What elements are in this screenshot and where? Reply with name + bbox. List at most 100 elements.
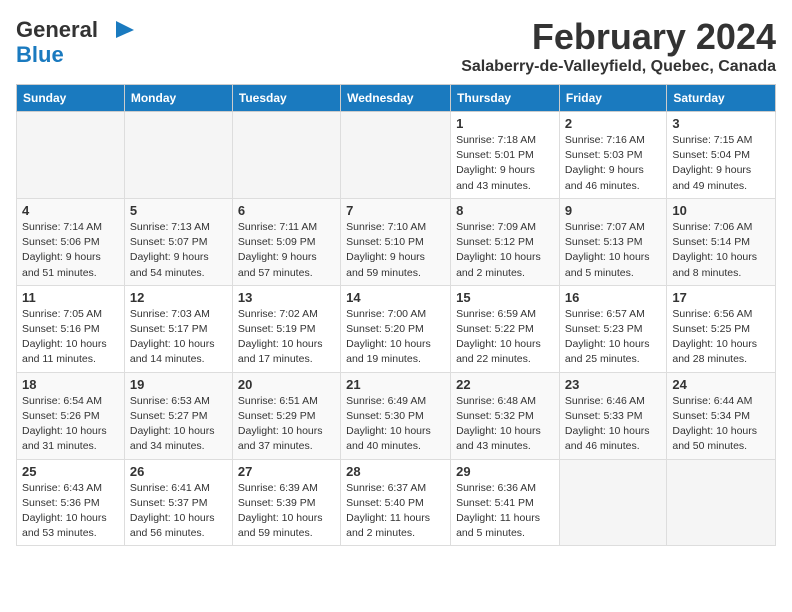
day-number: 1 bbox=[456, 116, 554, 131]
day-detail: Sunrise: 6:41 AMSunset: 5:37 PMDaylight:… bbox=[130, 481, 227, 542]
day-detail: Sunrise: 7:15 AMSunset: 5:04 PMDaylight:… bbox=[672, 133, 770, 194]
calendar-day-cell: 23 Sunrise: 6:46 AMSunset: 5:33 PMDayligh… bbox=[559, 372, 666, 459]
day-number: 25 bbox=[22, 464, 119, 479]
day-number: 23 bbox=[565, 377, 661, 392]
weekday-header-cell: Saturday bbox=[667, 85, 776, 112]
day-number: 11 bbox=[22, 290, 119, 305]
day-number: 4 bbox=[22, 203, 119, 218]
calendar-day-cell: 11 Sunrise: 7:05 AMSunset: 5:16 PMDayligh… bbox=[17, 285, 125, 372]
weekday-header-row: SundayMondayTuesdayWednesdayThursdayFrid… bbox=[17, 85, 776, 112]
weekday-header-cell: Monday bbox=[124, 85, 232, 112]
day-number: 16 bbox=[565, 290, 661, 305]
main-title: February 2024 bbox=[461, 16, 776, 58]
weekday-header-cell: Sunday bbox=[17, 85, 125, 112]
calendar-week-row: 4 Sunrise: 7:14 AMSunset: 5:06 PMDaylight… bbox=[17, 198, 776, 285]
weekday-header-cell: Friday bbox=[559, 85, 666, 112]
day-detail: Sunrise: 7:11 AMSunset: 5:09 PMDaylight:… bbox=[238, 220, 335, 281]
title-area: February 2024 Salaberry-de-Valleyfield, … bbox=[461, 16, 776, 76]
calendar-day-cell: 26 Sunrise: 6:41 AMSunset: 5:37 PMDayligh… bbox=[124, 459, 232, 546]
logo-area: General Blue bbox=[16, 16, 136, 68]
day-number: 19 bbox=[130, 377, 227, 392]
day-number: 6 bbox=[238, 203, 335, 218]
day-detail: Sunrise: 7:18 AMSunset: 5:01 PMDaylight:… bbox=[456, 133, 554, 194]
logo-line1: General bbox=[16, 17, 98, 42]
day-number: 20 bbox=[238, 377, 335, 392]
calendar-day-cell: 25 Sunrise: 6:43 AMSunset: 5:36 PMDayligh… bbox=[17, 459, 125, 546]
day-detail: Sunrise: 6:39 AMSunset: 5:39 PMDaylight:… bbox=[238, 481, 335, 542]
calendar-week-row: 25 Sunrise: 6:43 AMSunset: 5:36 PMDayligh… bbox=[17, 459, 776, 546]
day-detail: Sunrise: 6:53 AMSunset: 5:27 PMDaylight:… bbox=[130, 394, 227, 455]
day-number: 21 bbox=[346, 377, 445, 392]
day-number: 2 bbox=[565, 116, 661, 131]
day-number: 3 bbox=[672, 116, 770, 131]
day-detail: Sunrise: 6:49 AMSunset: 5:30 PMDaylight:… bbox=[346, 394, 445, 455]
day-number: 18 bbox=[22, 377, 119, 392]
day-detail: Sunrise: 7:10 AMSunset: 5:10 PMDaylight:… bbox=[346, 220, 445, 281]
calendar-day-cell: 14Sunrise: 7:00 AMSunset: 5:20 PMDayligh… bbox=[341, 285, 451, 372]
calendar-day-cell: 2 Sunrise: 7:16 AMSunset: 5:03 PMDaylight… bbox=[559, 112, 666, 199]
calendar-day-cell: 24Sunrise: 6:44 AMSunset: 5:34 PMDayligh… bbox=[667, 372, 776, 459]
calendar-day-cell: 17Sunrise: 6:56 AMSunset: 5:25 PMDayligh… bbox=[667, 285, 776, 372]
day-number: 7 bbox=[346, 203, 445, 218]
calendar-day-cell: 27 Sunrise: 6:39 AMSunset: 5:39 PMDayligh… bbox=[232, 459, 340, 546]
calendar-week-row: 1 Sunrise: 7:18 AMSunset: 5:01 PMDaylight… bbox=[17, 112, 776, 199]
day-number: 9 bbox=[565, 203, 661, 218]
calendar-day-cell: 4 Sunrise: 7:14 AMSunset: 5:06 PMDaylight… bbox=[17, 198, 125, 285]
day-detail: Sunrise: 6:46 AMSunset: 5:33 PMDaylight:… bbox=[565, 394, 661, 455]
calendar-day-cell bbox=[667, 459, 776, 546]
day-number: 26 bbox=[130, 464, 227, 479]
calendar-day-cell: 19 Sunrise: 6:53 AMSunset: 5:27 PMDayligh… bbox=[124, 372, 232, 459]
day-detail: Sunrise: 6:48 AMSunset: 5:32 PMDaylight:… bbox=[456, 394, 554, 455]
day-number: 13 bbox=[238, 290, 335, 305]
day-detail: Sunrise: 7:14 AMSunset: 5:06 PMDaylight:… bbox=[22, 220, 119, 281]
calendar-day-cell bbox=[559, 459, 666, 546]
calendar-day-cell bbox=[124, 112, 232, 199]
weekday-header-cell: Tuesday bbox=[232, 85, 340, 112]
day-detail: Sunrise: 6:59 AMSunset: 5:22 PMDaylight:… bbox=[456, 307, 554, 368]
calendar-week-row: 11 Sunrise: 7:05 AMSunset: 5:16 PMDayligh… bbox=[17, 285, 776, 372]
subtitle: Salaberry-de-Valleyfield, Quebec, Canada bbox=[461, 58, 776, 76]
calendar-day-cell: 15 Sunrise: 6:59 AMSunset: 5:22 PMDayligh… bbox=[451, 285, 560, 372]
day-detail: Sunrise: 6:54 AMSunset: 5:26 PMDaylight:… bbox=[22, 394, 119, 455]
day-number: 15 bbox=[456, 290, 554, 305]
day-number: 22 bbox=[456, 377, 554, 392]
weekday-header-cell: Wednesday bbox=[341, 85, 451, 112]
calendar-day-cell: 6 Sunrise: 7:11 AMSunset: 5:09 PMDaylight… bbox=[232, 198, 340, 285]
calendar-table: SundayMondayTuesdayWednesdayThursdayFrid… bbox=[16, 84, 776, 546]
page-header: General Blue February 2024 Salaberry-de-… bbox=[16, 16, 776, 76]
day-number: 29 bbox=[456, 464, 554, 479]
calendar-day-cell: 29 Sunrise: 6:36 AMSunset: 5:41 PMDayligh… bbox=[451, 459, 560, 546]
day-detail: Sunrise: 7:13 AMSunset: 5:07 PMDaylight:… bbox=[130, 220, 227, 281]
day-number: 8 bbox=[456, 203, 554, 218]
calendar-day-cell: 18 Sunrise: 6:54 AMSunset: 5:26 PMDayligh… bbox=[17, 372, 125, 459]
calendar-body: 1 Sunrise: 7:18 AMSunset: 5:01 PMDaylight… bbox=[17, 112, 776, 546]
calendar-day-cell: 12 Sunrise: 7:03 AMSunset: 5:17 PMDayligh… bbox=[124, 285, 232, 372]
day-number: 28 bbox=[346, 464, 445, 479]
day-number: 24 bbox=[672, 377, 770, 392]
day-detail: Sunrise: 7:16 AMSunset: 5:03 PMDaylight:… bbox=[565, 133, 661, 194]
day-detail: Sunrise: 6:56 AMSunset: 5:25 PMDaylight:… bbox=[672, 307, 770, 368]
day-detail: Sunrise: 7:09 AMSunset: 5:12 PMDaylight:… bbox=[456, 220, 554, 281]
day-detail: Sunrise: 6:51 AMSunset: 5:29 PMDaylight:… bbox=[238, 394, 335, 455]
calendar-day-cell: 22 Sunrise: 6:48 AMSunset: 5:32 PMDayligh… bbox=[451, 372, 560, 459]
day-detail: Sunrise: 7:00 AMSunset: 5:20 PMDaylight:… bbox=[346, 307, 445, 368]
day-detail: Sunrise: 7:03 AMSunset: 5:17 PMDaylight:… bbox=[130, 307, 227, 368]
calendar-day-cell: 21 Sunrise: 6:49 AMSunset: 5:30 PMDayligh… bbox=[341, 372, 451, 459]
calendar-day-cell bbox=[17, 112, 125, 199]
calendar-day-cell: 3 Sunrise: 7:15 AMSunset: 5:04 PMDaylight… bbox=[667, 112, 776, 199]
day-detail: Sunrise: 6:36 AMSunset: 5:41 PMDaylight:… bbox=[456, 481, 554, 542]
calendar-day-cell: 8 Sunrise: 7:09 AMSunset: 5:12 PMDaylight… bbox=[451, 198, 560, 285]
day-detail: Sunrise: 7:05 AMSunset: 5:16 PMDaylight:… bbox=[22, 307, 119, 368]
day-detail: Sunrise: 6:37 AMSunset: 5:40 PMDaylight:… bbox=[346, 481, 445, 542]
day-detail: Sunrise: 7:07 AMSunset: 5:13 PMDaylight:… bbox=[565, 220, 661, 281]
calendar-day-cell: 7 Sunrise: 7:10 AMSunset: 5:10 PMDaylight… bbox=[341, 198, 451, 285]
calendar-day-cell bbox=[232, 112, 340, 199]
day-detail: Sunrise: 6:57 AMSunset: 5:23 PMDaylight:… bbox=[565, 307, 661, 368]
calendar-day-cell: 13Sunrise: 7:02 AMSunset: 5:19 PMDayligh… bbox=[232, 285, 340, 372]
calendar-day-cell: 1 Sunrise: 7:18 AMSunset: 5:01 PMDaylight… bbox=[451, 112, 560, 199]
day-detail: Sunrise: 6:43 AMSunset: 5:36 PMDaylight:… bbox=[22, 481, 119, 542]
calendar-week-row: 18 Sunrise: 6:54 AMSunset: 5:26 PMDayligh… bbox=[17, 372, 776, 459]
day-detail: Sunrise: 7:06 AMSunset: 5:14 PMDaylight:… bbox=[672, 220, 770, 281]
day-number: 27 bbox=[238, 464, 335, 479]
day-number: 12 bbox=[130, 290, 227, 305]
